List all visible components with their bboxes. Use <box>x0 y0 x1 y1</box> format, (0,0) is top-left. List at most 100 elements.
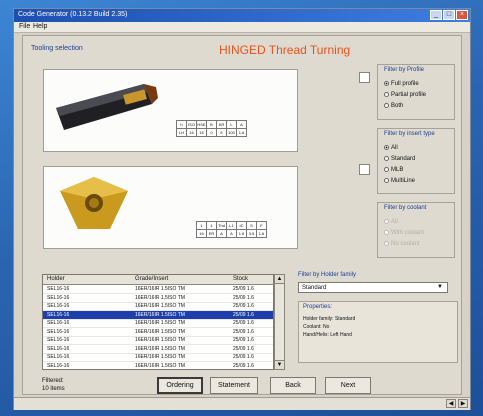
radio-label: With coolant <box>391 230 425 236</box>
next-button[interactable]: Next <box>325 377 371 394</box>
property-line: Holder family: Standard <box>303 316 356 322</box>
table-cell: 16ER/16IR 1.5ISO TM <box>135 362 185 369</box>
profile-checkbox[interactable] <box>359 72 370 83</box>
holder-family-select[interactable]: Standard ▼ <box>298 282 448 293</box>
page-title: HINGED Thread Turning <box>219 43 351 57</box>
radio-partial-profile[interactable]: Partial profile <box>384 92 426 98</box>
spec-cell: F <box>256 221 267 230</box>
table-cell: 16ER/16IR 1.5ISO TM <box>135 337 185 343</box>
menu-bar: File Help <box>14 22 470 33</box>
spec-cell: ISO <box>186 120 197 129</box>
status-bar: ◀ ▶ <box>14 397 470 410</box>
ordering-button[interactable]: Ordering <box>157 377 203 394</box>
spec-cell: 6 <box>216 128 227 137</box>
filter-insert-type-title: Filter by insert type <box>384 131 435 137</box>
radio-all-types[interactable]: All <box>384 145 398 151</box>
table-cell: SEL16-16 <box>47 328 70 335</box>
holder-spec-table: h ISO HSE B KR L A LH 16 16 0 6 100 1.6 <box>176 120 247 137</box>
column-header-stock[interactable]: Stock <box>233 276 248 282</box>
radio-both[interactable]: Both <box>384 103 403 109</box>
table-cell: 25/09 1.6 <box>233 354 254 360</box>
radio-full-profile[interactable]: Full profile <box>384 81 419 87</box>
radio-label: Partial profile <box>391 92 427 98</box>
table-cell: 16ER/16IR 1.5ISO TM <box>135 320 185 326</box>
back-button[interactable]: Back <box>270 377 316 394</box>
properties-box: Properties: Holder family: Standard Cool… <box>298 301 458 363</box>
close-icon[interactable]: × <box>456 10 468 20</box>
filter-profile-title: Filter by Profile <box>384 67 425 73</box>
table-cell: SEL16-16 <box>47 320 70 326</box>
radio-icon <box>384 230 389 235</box>
minimize-icon[interactable]: _ <box>430 10 442 20</box>
spec-cell: 1.6 <box>236 128 247 137</box>
tool-list: Holder Grade/Insert Stock SEL16-16 16ER/1… <box>42 274 274 370</box>
statement-button[interactable]: Statement <box>210 377 258 394</box>
table-cell: 16ER/16IR 1.5ISO TM <box>135 345 185 352</box>
spec-cell: A <box>226 229 237 238</box>
filter-coolant-title: Filter by coolant <box>384 205 427 211</box>
table-cell: SEL16-16 <box>47 362 70 369</box>
radio-icon <box>384 241 389 246</box>
spec-cell: B <box>206 120 217 129</box>
radio-label: Full profile <box>391 81 419 87</box>
table-cell: 25/09 1.6 <box>233 303 254 309</box>
sort-label: Filter by Holder family <box>298 272 357 278</box>
table-cell: 16ER/16IR 1.5ISO TM <box>135 328 185 335</box>
insert-type-checkbox[interactable] <box>359 164 370 175</box>
chevron-down-icon[interactable]: ▼ <box>437 284 443 290</box>
radio-icon <box>384 167 389 172</box>
table-row[interactable]: SEL16-16 16ER/16IR 1.5ISO TM 25/09 1.6 <box>43 362 273 370</box>
scroll-right-icon[interactable]: ▶ <box>458 399 468 408</box>
radio-multiline[interactable]: MultiLine <box>384 178 415 184</box>
table-cell: SEL16-16 <box>47 311 70 318</box>
radio-label: MLB <box>391 167 404 173</box>
spec-cell: 16 <box>186 128 197 137</box>
radio-icon <box>384 92 389 97</box>
spec-cell: 16 <box>196 229 207 238</box>
spec-cell: ER <box>206 229 217 238</box>
scroll-left-icon[interactable]: ◀ <box>446 399 456 408</box>
tool-holder-icon <box>56 84 158 130</box>
maximize-icon[interactable]: □ <box>443 10 455 20</box>
spec-cell: LH <box>176 128 187 137</box>
scroll-up-icon[interactable]: ▲ <box>274 274 285 284</box>
property-line: Coolant: No <box>303 324 330 330</box>
holder-image-panel: h ISO HSE B KR L A LH 16 16 0 6 100 1.6 <box>43 69 298 152</box>
radio-label: All <box>391 145 398 151</box>
menu-help[interactable]: Help <box>33 23 47 30</box>
radio-label: No coolant <box>391 241 420 247</box>
scroll-down-icon[interactable]: ▼ <box>274 360 285 370</box>
spec-cell: L1 <box>226 221 237 230</box>
spec-cell: A <box>216 229 227 238</box>
table-cell: SEL16-16 <box>47 345 70 352</box>
radio-selected-icon <box>384 81 389 86</box>
found-count-label: Filtered: <box>42 378 64 384</box>
table-cell: 25/09 1.6 <box>233 362 254 369</box>
spec-cell: 1 <box>206 221 217 230</box>
table-cell: 25/09 1.6 <box>233 320 254 326</box>
spec-cell: h <box>176 120 187 129</box>
insert-spec-table: 1 1 Thd L1 IC S F 16 ER A A 1.6 3.5 1.6 <box>196 221 267 238</box>
table-cell: 16ER/16IR 1.5ISO TM <box>135 354 185 360</box>
filter-profile-group: Filter by Profile Full profile Partial p… <box>377 64 455 120</box>
spec-cell: A <box>236 120 247 129</box>
table-cell: 25/09 1.6 <box>233 294 254 301</box>
radio-no-coolant: No coolant <box>384 241 420 247</box>
filter-insert-type-group: Filter by insert type All Standard MLB M… <box>377 128 455 194</box>
spec-cell: 1.6 <box>256 229 267 238</box>
radio-mlb[interactable]: MLB <box>384 167 403 173</box>
radio-standard[interactable]: Standard <box>384 156 415 162</box>
app-window: Code Generator (0.13.2 Build 2.35) _ □ ×… <box>13 8 471 410</box>
column-header-grade-insert[interactable]: Grade/Insert <box>135 276 168 282</box>
spec-cell: KR <box>216 120 227 129</box>
tooling-selection-label: Tooling selection <box>31 45 83 52</box>
table-cell: 25/09 1.6 <box>233 328 254 335</box>
list-scrollbar[interactable]: ▲ ▼ <box>274 274 285 370</box>
table-cell: 16ER/16IR 1.5ISO TM <box>135 311 185 318</box>
radio-icon <box>384 156 389 161</box>
thread-insert-icon <box>60 177 128 229</box>
radio-label: Standard <box>391 156 416 162</box>
table-cell: 25/09 1.6 <box>233 311 254 318</box>
column-header-holder[interactable]: Holder <box>47 276 65 282</box>
menu-file[interactable]: File <box>19 23 30 30</box>
